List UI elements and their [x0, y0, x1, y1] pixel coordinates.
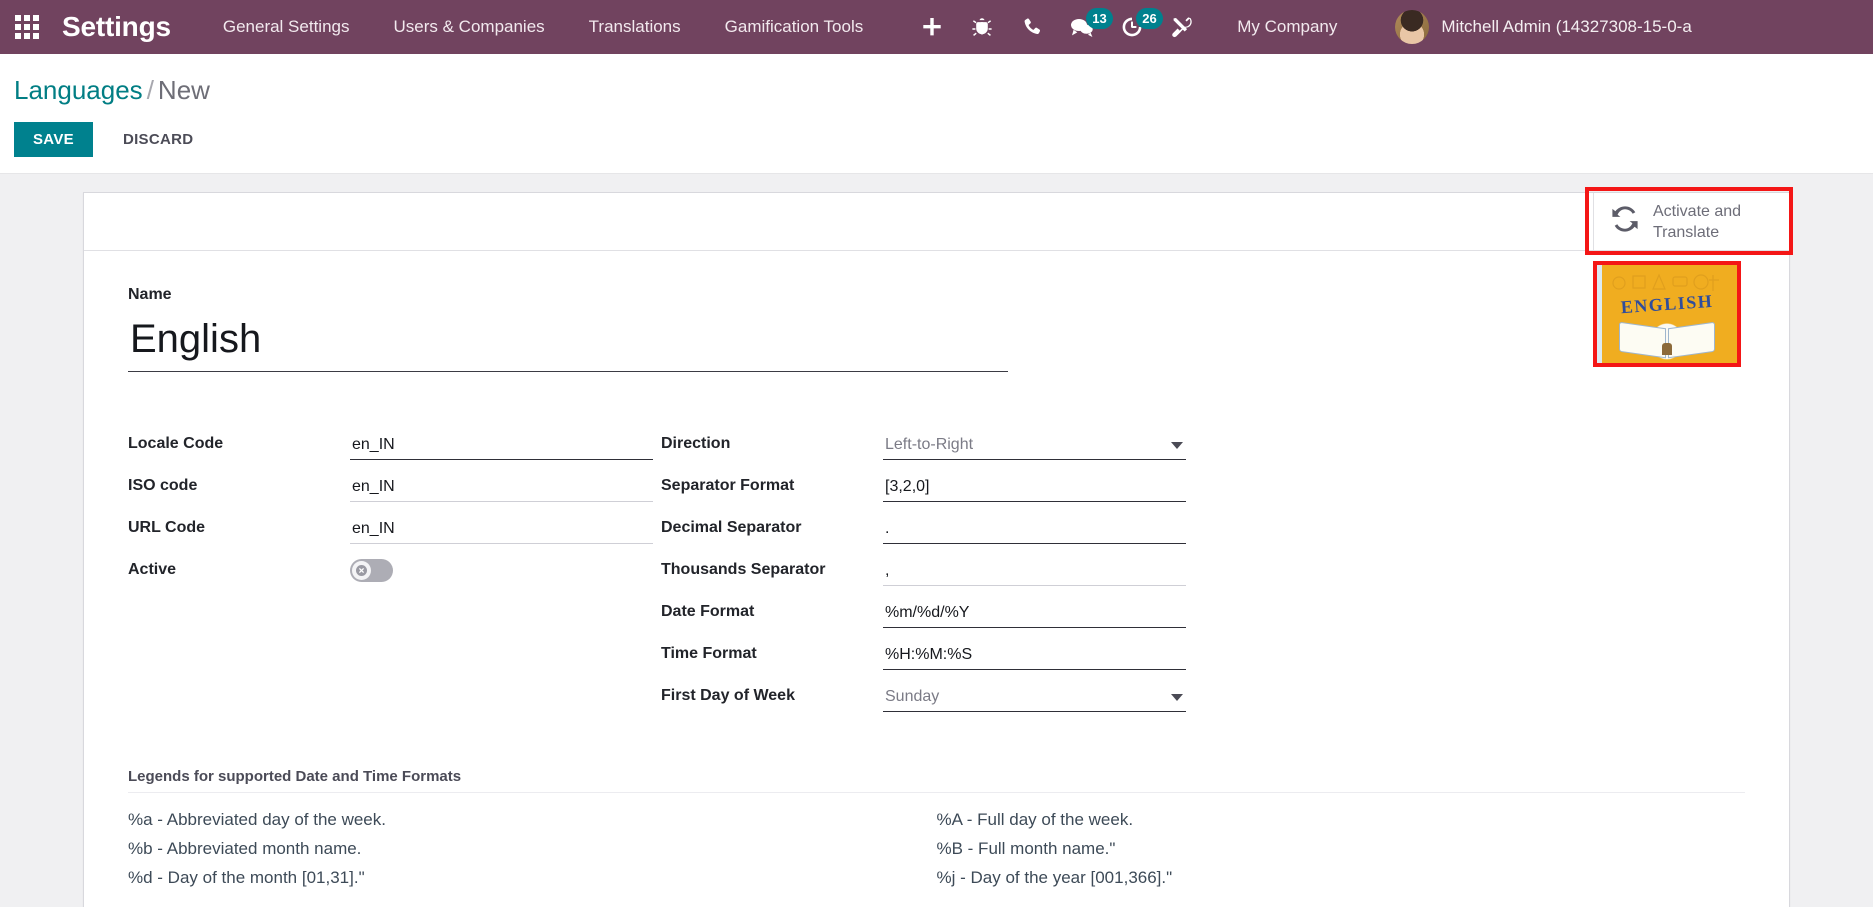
legends-columns: %a - Abbreviated day of the week. %b - A… [128, 793, 1745, 892]
legend-line: %d - Day of the month [01,31]." [128, 868, 365, 887]
field-direction: Direction [661, 418, 1186, 460]
date-format-label: Date Format [661, 603, 755, 620]
thousands-separator-input[interactable] [883, 560, 1186, 586]
legend-line: %a - Abbreviated day of the week. [128, 810, 386, 829]
breadcrumb-languages[interactable]: Languages [14, 75, 143, 105]
direction-select[interactable] [883, 434, 1186, 460]
time-format-input[interactable] [883, 644, 1186, 670]
breadcrumb-current: New [157, 75, 210, 105]
apps-grid-icon[interactable] [0, 0, 54, 54]
locale-code-label: Locale Code [128, 435, 224, 452]
breadcrumb-separator: / [146, 75, 154, 105]
user-menu[interactable]: Mitchell Admin (14327308-15-0-a [1395, 10, 1692, 44]
activate-and-translate-label: Activate and Translate [1653, 202, 1742, 241]
right-field-column: Direction Separator Format Decimal [661, 418, 1186, 712]
field-locale-code: Locale Code [128, 418, 653, 460]
legends-left-column: %a - Abbreviated day of the week. %b - A… [128, 805, 937, 892]
active-label: Active [128, 561, 177, 578]
toggle-knob-off-icon [352, 561, 371, 580]
bug-icon[interactable] [957, 0, 1007, 54]
url-code-label: URL Code [128, 519, 206, 536]
main-menu: General Settings Users & Companies Trans… [201, 0, 885, 54]
legends-title: Legends for supported Date and Time Form… [128, 768, 1745, 793]
language-image-wrapper: ENGLISH [1593, 261, 1741, 367]
systray: 13 26 [907, 0, 1207, 54]
activity-clock-icon[interactable]: 26 [1107, 0, 1163, 54]
field-time-format: Time Format [661, 628, 1186, 670]
open-book-illustration [1619, 321, 1715, 359]
form-area: Name ENGLISH [84, 251, 1789, 892]
menu-item-general-settings[interactable]: General Settings [201, 0, 372, 54]
iso-code-label: ISO code [128, 477, 198, 494]
field-columns: Locale Code ISO code URL Code [84, 418, 1789, 712]
legend-line: %A - Full day of the week. [936, 810, 1134, 829]
breadcrumb: Languages / New [0, 68, 1873, 110]
active-toggle[interactable] [350, 559, 393, 582]
language-image[interactable]: ENGLISH [1597, 265, 1737, 363]
separator-format-input[interactable] [883, 476, 1186, 502]
plus-icon[interactable] [907, 0, 957, 54]
avatar [1395, 10, 1430, 44]
name-field-group: Name [84, 285, 1789, 372]
legends-right-column: %A - Full day of the week. %B - Full mon… [937, 805, 1746, 892]
activate-and-translate-button[interactable]: Activate and Translate [1585, 187, 1793, 255]
field-date-format: Date Format [661, 586, 1186, 628]
separator-format-label: Separator Format [661, 477, 795, 494]
first-day-of-week-select[interactable] [883, 686, 1186, 712]
record-action-buttons: SAVE DISCARD [0, 110, 1873, 173]
locale-code-input[interactable] [350, 434, 653, 460]
field-first-day-of-week: First Day of Week [661, 670, 1186, 712]
time-format-label: Time Format [661, 645, 757, 662]
first-day-of-week-label: First Day of Week [661, 687, 795, 704]
phone-icon[interactable] [1007, 0, 1057, 54]
left-field-column: Locale Code ISO code URL Code [128, 418, 653, 712]
control-panel: Languages / New SAVE DISCARD [0, 54, 1873, 174]
url-code-input[interactable] [350, 518, 653, 544]
legends-section: Legends for supported Date and Time Form… [84, 768, 1789, 892]
decimal-separator-label: Decimal Separator [661, 519, 802, 536]
app-brand-title[interactable]: Settings [54, 11, 177, 43]
company-switcher[interactable]: My Company [1207, 17, 1355, 37]
date-format-input[interactable] [883, 602, 1186, 628]
direction-label: Direction [661, 435, 731, 452]
discard-button[interactable]: DISCARD [107, 122, 209, 157]
smart-button-bar: Activate and Translate [84, 187, 1793, 255]
name-label: Name [128, 286, 172, 303]
thousands-separator-label: Thousands Separator [661, 561, 826, 578]
field-separator-format: Separator Format [661, 460, 1186, 502]
form-sheet: Activate and Translate Name English ENGL… [83, 187, 1793, 907]
legend-line: %b - Abbreviated month name. [128, 839, 362, 858]
menu-item-translations[interactable]: Translations [567, 0, 703, 54]
iso-code-input[interactable] [350, 476, 653, 502]
save-button[interactable]: SAVE [14, 122, 93, 157]
field-active: Active [128, 544, 653, 586]
tools-icon[interactable] [1157, 0, 1207, 54]
menu-item-users-companies[interactable]: Users & Companies [372, 0, 567, 54]
user-name-label: Mitchell Admin (14327308-15-0-a [1441, 17, 1692, 36]
field-thousands-separator: Thousands Separator [661, 544, 1186, 586]
legend-line: %B - Full month name." [936, 839, 1116, 858]
top-navbar: Settings General Settings Users & Compan… [0, 0, 1873, 54]
legend-line: %j - Day of the year [001,366]." [936, 868, 1173, 887]
field-decimal-separator: Decimal Separator [661, 502, 1186, 544]
decimal-separator-input[interactable] [883, 518, 1186, 544]
refresh-sync-icon [1610, 206, 1640, 237]
menu-item-gamification-tools[interactable]: Gamification Tools [703, 0, 886, 54]
chat-icon[interactable]: 13 [1057, 0, 1113, 54]
field-url-code: URL Code [128, 502, 653, 544]
name-input[interactable] [128, 311, 1008, 372]
field-iso-code: ISO code [128, 460, 653, 502]
page-body: Activate and Translate Name English ENGL… [0, 174, 1873, 907]
